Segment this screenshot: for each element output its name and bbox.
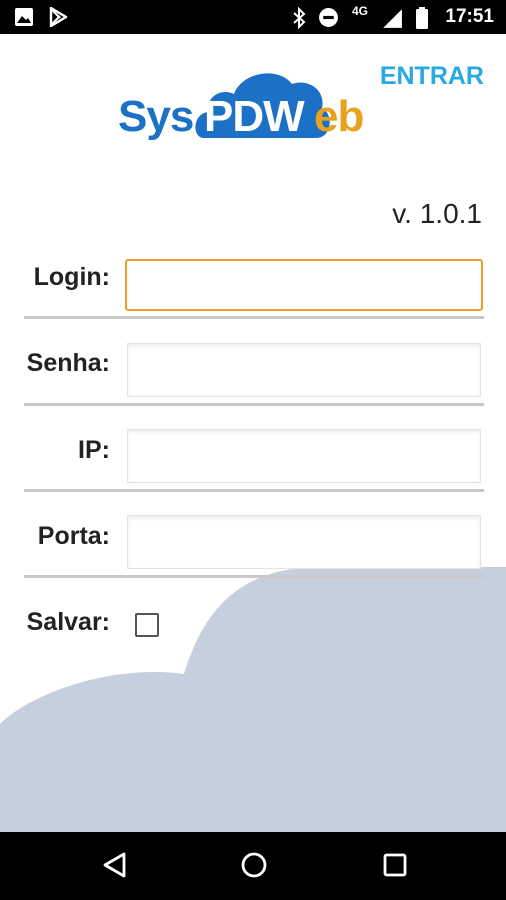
divider [24, 489, 484, 492]
navigation-bar [0, 832, 506, 900]
back-icon[interactable] [100, 850, 130, 880]
senha-input[interactable] [127, 343, 481, 397]
salvar-label: Salvar: [26, 608, 110, 636]
divider [24, 403, 484, 406]
porta-input[interactable] [127, 515, 481, 569]
logo-text-sys: Sys [118, 92, 194, 141]
divider [24, 575, 484, 578]
login-input[interactable] [125, 259, 483, 311]
recents-icon[interactable] [380, 850, 410, 880]
login-screen: Sys PDW eb ENTRAR v. 1.0.1 Login: Senha:… [0, 34, 506, 832]
login-label: Login: [33, 263, 110, 291]
salvar-checkbox[interactable] [135, 613, 159, 637]
logo-text-pdv: PDW [204, 92, 305, 141]
app-logo: Sys PDW eb [118, 66, 388, 146]
porta-label: Porta: [37, 522, 110, 550]
battery-icon [416, 7, 428, 29]
ip-input[interactable] [127, 429, 481, 483]
image-icon [15, 8, 33, 26]
version-label: v. 1.0.1 [392, 198, 482, 229]
play-store-icon [49, 7, 68, 27]
logo-text-web: eb [314, 92, 364, 141]
senha-label: Senha: [26, 349, 110, 377]
entrar-button[interactable]: ENTRAR [380, 62, 484, 91]
bluetooth-icon [293, 7, 306, 29]
network-type-label: 4G [352, 4, 369, 18]
status-time: 17:51 [445, 6, 494, 27]
do-not-disturb-icon [319, 8, 338, 27]
status-bar: 4G 17:51 [0, 0, 506, 34]
signal-icon [383, 9, 402, 28]
divider [24, 316, 484, 319]
ip-label: IP: [78, 436, 110, 464]
home-icon[interactable] [239, 850, 269, 880]
